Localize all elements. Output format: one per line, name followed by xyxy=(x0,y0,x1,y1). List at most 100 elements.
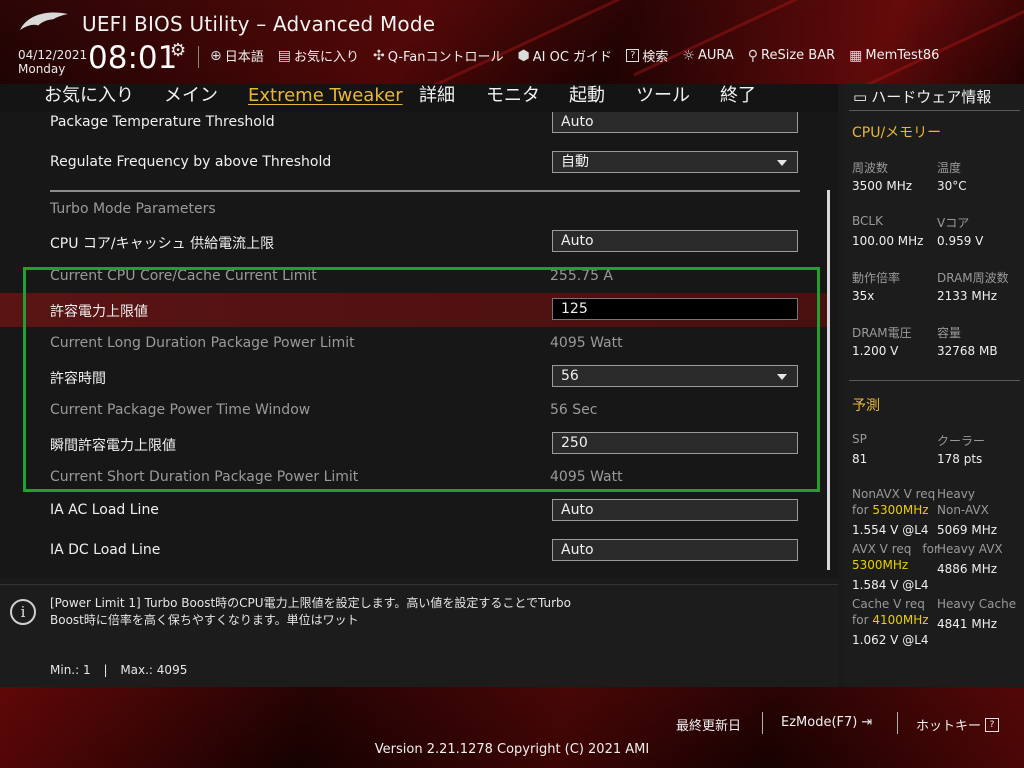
help-line: Boost時に倍率を高く保ちやすくなります。単位はワット xyxy=(50,613,359,627)
last-modified-button[interactable]: 最終更新日 xyxy=(676,715,741,734)
tab-extreme-tweaker[interactable]: Extreme Tweaker xyxy=(248,84,403,108)
setting-row-time-window[interactable]: 許容時間 56 xyxy=(0,360,828,394)
footer-divider xyxy=(762,712,763,734)
range-separator: | xyxy=(103,663,108,677)
hardware-monitor: ▭ ハードウェア情報 CPU/メモリー 周波数 温度 3500 MHz 30°C… xyxy=(845,84,1024,687)
header-divider xyxy=(198,46,199,68)
heavy-cache-key: Heavy Cache xyxy=(937,597,1017,611)
tab-advanced[interactable]: 詳細 xyxy=(419,84,455,108)
gear-icon[interactable]: ⚙ xyxy=(170,40,186,61)
search-button[interactable]: ? 検索 xyxy=(626,46,668,65)
setting-row-cpu-core-current-limit[interactable]: CPU コア/キャッシュ 供給電流上限 Auto xyxy=(0,225,828,259)
temp-key: 温度 xyxy=(937,161,962,175)
cpu-memory-section-title: CPU/メモリー xyxy=(852,125,942,141)
setting-label: IA DC Load Line xyxy=(50,542,161,558)
dram-voltage-key: DRAM電圧 xyxy=(852,326,912,340)
ratio-value: 35x xyxy=(852,289,875,303)
tab-tool[interactable]: ツール xyxy=(636,84,690,108)
dropdown-value: 自動 xyxy=(561,154,589,170)
setting-label: 瞬間許容電力上限値 xyxy=(50,438,176,454)
for-text: for xyxy=(852,503,869,517)
setting-row-regulate-frequency[interactable]: Regulate Frequency by above Threshold 自動 xyxy=(0,146,828,180)
cache-freq: 4100MHz xyxy=(872,613,929,627)
favorites-label: お気に入り xyxy=(293,50,359,65)
setting-row-ia-dc-load-line[interactable]: IA DC Load Line Auto xyxy=(0,534,828,568)
bookmark-icon: ▤ xyxy=(277,47,291,64)
memtest-button[interactable]: ▦ MemTest86 xyxy=(849,48,939,64)
main-menu: お気に入り メイン Extreme Tweaker 詳細 モニタ 起動 ツール … xyxy=(0,84,838,112)
short-power-limit-field[interactable]: 250 xyxy=(552,432,798,454)
info-label: Current Package Power Time Window xyxy=(50,402,311,418)
setting-label: IA AC Load Line xyxy=(50,502,159,518)
tab-monitor[interactable]: モニタ xyxy=(486,84,540,108)
info-value: 4095 Watt xyxy=(550,335,623,351)
info-value: 255.75 A xyxy=(550,268,614,284)
ai-icon: ⬢ xyxy=(517,47,530,64)
setting-label: 許容時間 xyxy=(50,371,106,387)
setting-row-power-limit[interactable]: 許容電力上限値 125 xyxy=(0,293,828,327)
ia-ac-load-line-field[interactable]: Auto xyxy=(552,499,798,521)
setting-row-package-temp[interactable]: Package Temperature Threshold Auto xyxy=(0,112,828,140)
nonavx-key: NonAVX V req xyxy=(852,487,936,501)
heavy-nonavx-key: Heavy xyxy=(937,487,975,501)
qfan-button[interactable]: ✣ Q-Fanコントロール xyxy=(373,46,504,66)
heavy-cache-value: 4841 MHz xyxy=(937,617,998,631)
ai-oc-button[interactable]: ⬢ AI OC ガイド xyxy=(517,46,613,66)
regulate-frequency-dropdown[interactable]: 自動 xyxy=(552,151,798,173)
tab-main[interactable]: メイン xyxy=(164,84,218,108)
date-text: 04/12/2021 xyxy=(18,48,88,62)
tab-exit[interactable]: 終了 xyxy=(720,84,756,108)
ezmode-button[interactable]: EzMode(F7) ⇥ xyxy=(781,715,872,730)
avx-key: AVX V req for xyxy=(852,542,939,556)
help-panel: i [Power Limit 1] Turbo Boost時のCPU電力上限値を… xyxy=(0,584,838,687)
clock: 08:01 xyxy=(88,40,178,76)
nonavx-for: for 5300MHz xyxy=(852,503,929,517)
question-icon: ? xyxy=(985,717,1000,732)
exit-arrow-icon: ⇥ xyxy=(861,715,873,730)
ezmode-label: EzMode(F7) xyxy=(781,715,858,730)
avx-key-text: AVX V req xyxy=(852,542,912,556)
dram-freq-value: 2133 MHz xyxy=(937,289,998,303)
capacity-value: 32768 MB xyxy=(937,344,998,358)
vcore-value: 0.959 V xyxy=(937,234,984,248)
info-row-time-window: Current Package Power Time Window 56 Sec xyxy=(0,394,828,428)
memtest-icon: ▦ xyxy=(849,47,863,64)
setting-label: Package Temperature Threshold xyxy=(50,114,275,130)
cpu-core-current-limit-field[interactable]: Auto xyxy=(552,230,798,252)
tab-favorites[interactable]: お気に入り xyxy=(44,84,134,108)
power-limit-input[interactable]: 125 xyxy=(552,298,798,320)
fan-icon: ✣ xyxy=(373,47,385,64)
favorites-button[interactable]: ▤ お気に入り xyxy=(277,46,359,66)
setting-row-short-power-limit[interactable]: 瞬間許容電力上限値 250 xyxy=(0,427,828,461)
app-title: UEFI BIOS Utility – Advanced Mode xyxy=(82,12,436,36)
time-window-dropdown[interactable]: 56 xyxy=(552,365,798,387)
hw-divider xyxy=(849,380,1020,381)
hotkey-label: ホットキー xyxy=(916,719,982,734)
setting-label: Regulate Frequency by above Threshold xyxy=(50,154,332,170)
info-value: 56 Sec xyxy=(550,402,598,418)
language-label: 日本語 xyxy=(224,50,264,65)
cooler-value: 178 pts xyxy=(937,452,983,466)
setting-row-ia-ac-load-line[interactable]: IA AC Load Line Auto xyxy=(0,494,828,528)
package-temp-field[interactable]: Auto xyxy=(552,112,798,133)
heavy-avx-value: 4886 MHz xyxy=(937,562,998,576)
date-display: 04/12/2021 Monday xyxy=(18,48,87,76)
resize-bar-label: ReSize BAR xyxy=(761,48,836,63)
dram-freq-key: DRAM周波数 xyxy=(937,271,1009,285)
ia-dc-load-line-field[interactable]: Auto xyxy=(552,539,798,561)
heavy-avx-key: Heavy AVX xyxy=(937,542,1003,556)
heavy-nonavx-key-2: Non-AVX xyxy=(937,503,989,517)
resize-bar-icon: ⚲ xyxy=(747,47,759,64)
scrollbar[interactable] xyxy=(827,190,830,570)
last-modified-label: 最終更新日 xyxy=(676,719,742,734)
aura-button[interactable]: ☼ AURA xyxy=(682,48,733,64)
for-text: for xyxy=(852,613,869,627)
hotkey-button[interactable]: ホットキー ? xyxy=(916,715,1000,734)
info-row-short-duration-limit: Current Short Duration Package Power Lim… xyxy=(0,461,828,495)
vcore-key: Vコア xyxy=(937,216,970,230)
tab-boot[interactable]: 起動 xyxy=(569,84,605,108)
hardware-monitor-title: ▭ ハードウェア情報 xyxy=(853,86,991,107)
language-button[interactable]: ⊕ 日本語 xyxy=(210,46,264,66)
resize-bar-button[interactable]: ⚲ ReSize BAR xyxy=(748,48,835,64)
info-row-long-duration-limit: Current Long Duration Package Power Limi… xyxy=(0,327,828,361)
